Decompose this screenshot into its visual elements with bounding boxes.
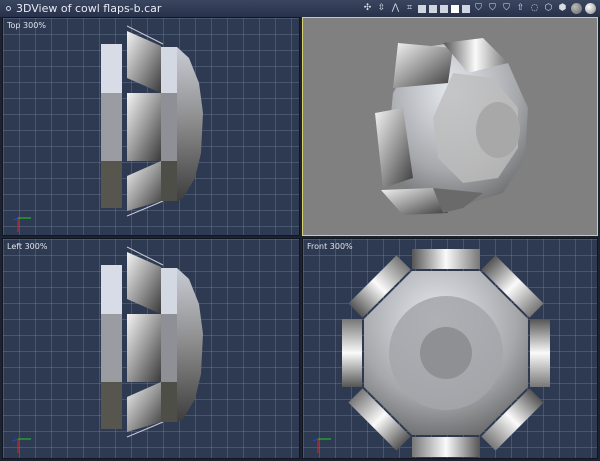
toolbar: ✣ ⇳ ⋀ ⌗ ⛉ ⛉ ⛉ ⇧ ◌ ⬡ ⬢ (362, 2, 596, 15)
shield-3-icon[interactable]: ⛉ (501, 3, 512, 14)
move-icon[interactable]: ✣ (362, 3, 373, 14)
dotted-circle-icon[interactable]: ◌ (529, 3, 540, 14)
shield-2-icon[interactable]: ⛉ (487, 3, 498, 14)
axis-gizmo (12, 217, 32, 233)
window-title: 3DView of cowl flaps-b.car (16, 2, 162, 15)
model-perspective-view (375, 38, 528, 215)
axis-gizmo (312, 438, 332, 454)
cube-wire-icon[interactable]: ⬡ (543, 3, 554, 14)
shield-1-icon[interactable]: ⛉ (473, 3, 484, 14)
viewport-top[interactable]: Top 300% (2, 17, 300, 236)
layout-3-icon[interactable] (440, 4, 448, 13)
up-arrow-icon[interactable]: ⇧ (515, 3, 526, 14)
viewport-left[interactable]: Left 300% (2, 238, 300, 459)
title-bar: 3DView of cowl flaps-b.car ✣ ⇳ ⋀ ⌗ ⛉ ⛉ ⛉… (0, 0, 600, 17)
align-icon[interactable]: ⋀ (390, 3, 401, 14)
grid-icon[interactable]: ⌗ (404, 3, 415, 14)
model-side-view (12, 246, 204, 454)
viewport-perspective[interactable] (302, 17, 598, 236)
layout-1-icon[interactable] (418, 4, 426, 13)
cube-solid-icon[interactable]: ⬢ (557, 3, 568, 14)
model-front-view (312, 249, 550, 457)
layout-4-icon[interactable] (451, 4, 459, 13)
layout-2-icon[interactable] (429, 4, 437, 13)
sphere-shaded-icon[interactable] (585, 3, 596, 14)
sphere-gray-icon[interactable] (571, 3, 582, 14)
axis-gizmo (12, 438, 32, 454)
viewport-front[interactable]: Front 300% (302, 238, 598, 459)
model-side-view (12, 25, 204, 233)
window-menu-icon[interactable] (6, 6, 11, 11)
layout-5-icon[interactable] (462, 4, 470, 13)
scale-icon[interactable]: ⇳ (376, 3, 387, 14)
